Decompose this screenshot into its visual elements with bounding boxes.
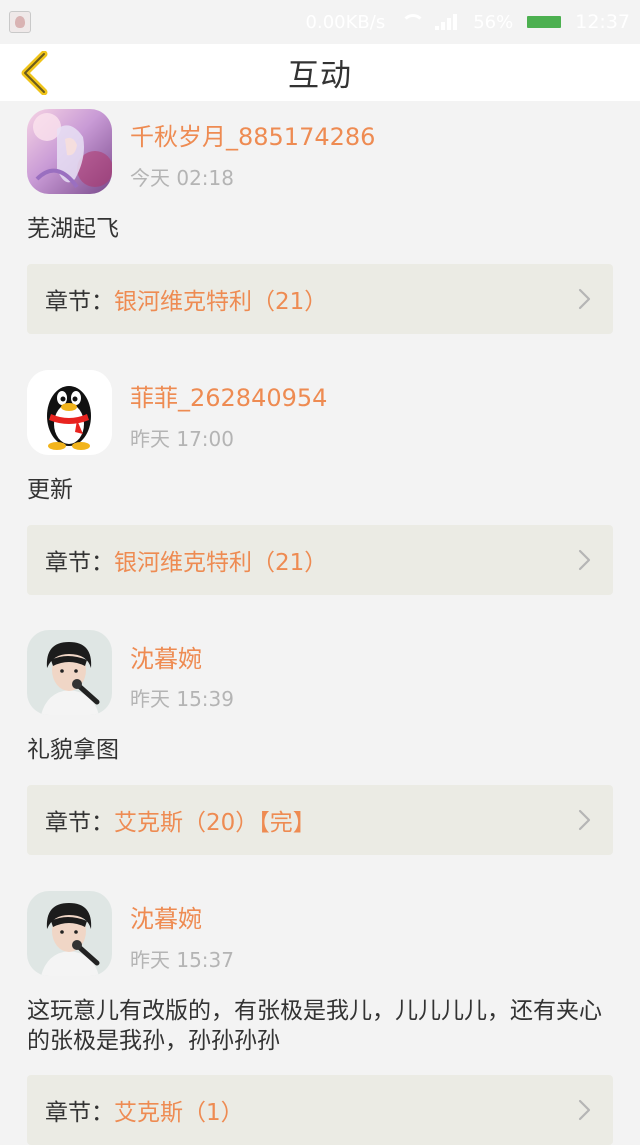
username[interactable]: 沈暮婉: [130, 639, 202, 674]
chapter-link[interactable]: 章节： 银河维克特利（21）: [27, 264, 613, 334]
username[interactable]: 菲菲_262840954: [130, 378, 327, 413]
singer-photo-avatar: [27, 630, 112, 715]
qq-penguin-avatar: [27, 370, 112, 455]
chapter-link[interactable]: 章节： 银河维克特利（21）: [27, 525, 613, 595]
avatar[interactable]: [27, 630, 112, 715]
comment-text: 礼貌拿图: [27, 737, 119, 763]
network-speed: 0.00KB/s: [305, 11, 386, 33]
status-bar: 0.00KB/s 56% 12:37: [0, 0, 640, 44]
top-nav-bar: 互动: [0, 44, 640, 101]
comment-time: 昨天 15:39: [130, 687, 234, 711]
app-notification-icon: [9, 11, 31, 33]
comment-text: 更新: [27, 477, 73, 503]
comment-time: 昨天 17:00: [130, 427, 234, 451]
avatar[interactable]: [27, 891, 112, 976]
signal-icon: [435, 14, 459, 30]
chapter-prefix: 章节：: [45, 550, 114, 576]
chapter-link[interactable]: 章节： 艾克斯（20）【完】: [27, 785, 613, 855]
chapter-prefix: 章节：: [45, 810, 114, 836]
chevron-right-icon: [578, 288, 591, 310]
comment-text: 这玩意儿有改版的，有张极是我儿，儿儿儿儿，还有夹心的张极是我孙，孙孙孙孙: [27, 998, 602, 1054]
chapter-name: 银河维克特利（21）: [114, 289, 328, 315]
chevron-right-icon: [578, 549, 591, 571]
page-title: 互动: [288, 58, 352, 94]
comment-text: 芜湖起飞: [27, 216, 119, 242]
chevron-right-icon: [578, 1099, 591, 1121]
wifi-icon: [399, 14, 426, 30]
chapter-name: 艾克斯（1）: [114, 1100, 244, 1126]
avatar[interactable]: [27, 370, 112, 455]
chapter-name: 艾克斯（20）【完】: [114, 810, 316, 836]
username[interactable]: 千秋岁月_885174286: [130, 117, 375, 152]
chevron-right-icon: [578, 809, 591, 831]
clock: 12:37: [575, 11, 630, 33]
chapter-name: 银河维克特利（21）: [114, 550, 328, 576]
singer-photo-avatar: [27, 891, 112, 976]
username[interactable]: 沈暮婉: [130, 899, 202, 934]
comment-time: 昨天 15:37: [130, 948, 234, 972]
battery-icon: [527, 16, 562, 28]
comment-time: 今天 02:18: [130, 166, 234, 190]
avatar[interactable]: [27, 109, 112, 194]
chapter-prefix: 章节：: [45, 289, 114, 315]
chapter-link[interactable]: 章节： 艾克斯（1）: [27, 1075, 613, 1145]
chapter-prefix: 章节：: [45, 1100, 114, 1126]
anime-girl-avatar: [27, 109, 112, 194]
battery-percent: 56%: [473, 11, 514, 33]
